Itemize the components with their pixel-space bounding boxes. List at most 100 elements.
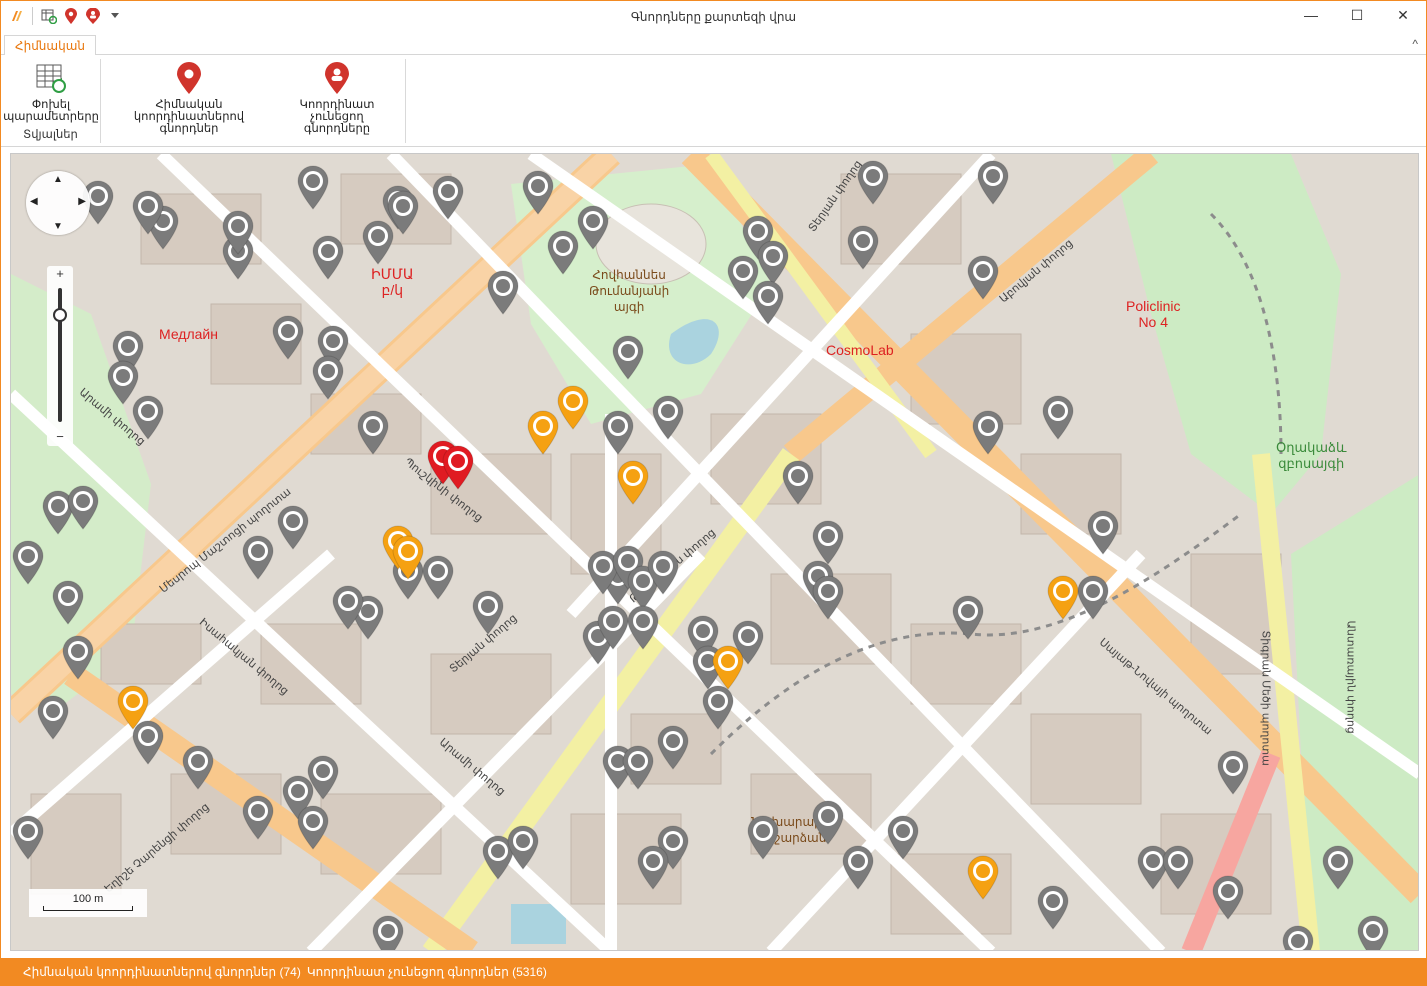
gray-customer-pin-icon[interactable] bbox=[421, 554, 455, 600]
with-coords-button[interactable]: Հիմնական կոորդինատներով գնորդներ bbox=[104, 61, 274, 135]
gray-customer-pin-icon[interactable] bbox=[1086, 509, 1120, 555]
gray-customer-pin-icon[interactable] bbox=[1211, 874, 1245, 920]
gray-customer-pin-icon[interactable] bbox=[311, 354, 345, 400]
gray-customer-pin-icon[interactable] bbox=[811, 574, 845, 620]
gray-customer-pin-icon[interactable] bbox=[576, 204, 610, 250]
gray-customer-pin-icon[interactable] bbox=[486, 269, 520, 315]
map-pin-icon bbox=[172, 61, 206, 95]
gray-customer-pin-icon[interactable] bbox=[296, 164, 330, 210]
map-view[interactable]: ԻՄՄԱ բ/կ Медлайн CosmoLab Policlinic No … bbox=[10, 153, 1419, 951]
group-label-data: Տվյալներ bbox=[23, 129, 78, 141]
gray-customer-pin-icon[interactable] bbox=[296, 804, 330, 850]
gray-customer-pin-icon[interactable] bbox=[886, 814, 920, 860]
gray-customer-pin-icon[interactable] bbox=[701, 684, 735, 730]
zoom-control: + − bbox=[47, 266, 73, 446]
gray-customer-pin-icon[interactable] bbox=[386, 189, 420, 235]
pan-right-icon[interactable]: ▶ bbox=[78, 196, 86, 207]
gray-customer-pin-icon[interactable] bbox=[746, 814, 780, 860]
pan-left-icon[interactable]: ◀ bbox=[30, 196, 38, 207]
gray-customer-pin-icon[interactable] bbox=[371, 914, 405, 950]
change-params-button[interactable]: Փոխել պարամետրերը bbox=[1, 61, 101, 123]
gray-customer-pin-icon[interactable] bbox=[951, 594, 985, 640]
orange-customer-pin-icon[interactable] bbox=[556, 384, 590, 430]
gray-customer-pin-icon[interactable] bbox=[646, 549, 680, 595]
gray-customer-pin-icon[interactable] bbox=[1041, 394, 1075, 440]
ribbon-collapse-button[interactable]: ^ bbox=[1412, 37, 1418, 51]
gray-customer-pin-icon[interactable] bbox=[221, 209, 255, 255]
gray-customer-pin-icon[interactable] bbox=[506, 824, 540, 870]
gray-customer-pin-icon[interactable] bbox=[241, 794, 275, 840]
gray-customer-pin-icon[interactable] bbox=[856, 159, 890, 205]
minimize-button[interactable]: — bbox=[1288, 1, 1334, 29]
pan-down-icon[interactable]: ▼ bbox=[53, 221, 63, 232]
ribbon-group-actions: Հիմնական կոորդինատներով գնորդներ Կոորդին… bbox=[102, 59, 406, 143]
gray-customer-pin-icon[interactable] bbox=[521, 169, 555, 215]
gray-customer-pin-icon[interactable] bbox=[61, 634, 95, 680]
gray-customer-pin-icon[interactable] bbox=[976, 159, 1010, 205]
scale-bar: 100 m bbox=[29, 889, 147, 917]
orange-customer-pin-icon[interactable] bbox=[526, 409, 560, 455]
gray-customer-pin-icon[interactable] bbox=[181, 744, 215, 790]
zoom-slider-handle[interactable] bbox=[53, 308, 67, 322]
gray-customer-pin-icon[interactable] bbox=[131, 394, 165, 440]
orange-customer-pin-icon[interactable] bbox=[616, 459, 650, 505]
gray-customer-pin-icon[interactable] bbox=[311, 234, 345, 280]
zoom-out-button[interactable]: − bbox=[47, 429, 73, 444]
gray-customer-pin-icon[interactable] bbox=[1356, 914, 1390, 950]
gray-customer-pin-icon[interactable] bbox=[271, 314, 305, 360]
gray-customer-pin-icon[interactable] bbox=[1036, 884, 1070, 930]
gray-customer-pin-icon[interactable] bbox=[1321, 844, 1355, 890]
gray-customer-pin-icon[interactable] bbox=[781, 459, 815, 505]
orange-customer-pin-icon[interactable] bbox=[116, 684, 150, 730]
gray-customer-pin-icon[interactable] bbox=[1216, 749, 1250, 795]
gray-customer-pin-icon[interactable] bbox=[751, 279, 785, 325]
gray-customer-pin-icon[interactable] bbox=[306, 754, 340, 800]
gray-customer-pin-icon[interactable] bbox=[966, 254, 1000, 300]
gray-customer-pin-icon[interactable] bbox=[1281, 924, 1315, 950]
gray-customer-pin-icon[interactable] bbox=[596, 604, 630, 650]
user-pin-icon bbox=[320, 61, 354, 95]
orange-customer-pin-icon[interactable] bbox=[1046, 574, 1080, 620]
zoom-in-button[interactable]: + bbox=[47, 266, 73, 281]
gray-customer-pin-icon[interactable] bbox=[241, 534, 275, 580]
gray-customer-pin-icon[interactable] bbox=[1161, 844, 1195, 890]
red-customer-pin-icon[interactable] bbox=[441, 444, 475, 490]
gray-customer-pin-icon[interactable] bbox=[431, 174, 465, 220]
gray-customer-pin-icon[interactable] bbox=[841, 844, 875, 890]
pan-up-icon[interactable]: ▲ bbox=[53, 174, 63, 185]
change-params-label: Փոխել պարամետրերը bbox=[3, 99, 99, 123]
gray-customer-pin-icon[interactable] bbox=[811, 799, 845, 845]
maximize-button[interactable]: ☐ bbox=[1334, 1, 1380, 29]
tab-main[interactable]: Հիմնական bbox=[4, 35, 96, 56]
app-window: Գնորդները քարտեզի վրա — ☐ ✕ Հիմնական ^ Փ… bbox=[0, 0, 1427, 986]
window-title: Գնորդները քարտեզի վրա bbox=[630, 10, 797, 24]
gray-customer-pin-icon[interactable] bbox=[546, 229, 580, 275]
gray-customer-pin-icon[interactable] bbox=[971, 409, 1005, 455]
status-no-coords: Կոորդինատ չունեցող գնորդներ (5316) bbox=[306, 964, 547, 979]
orange-customer-pin-icon[interactable] bbox=[711, 644, 745, 690]
gray-customer-pin-icon[interactable] bbox=[611, 334, 645, 380]
gray-customer-pin-icon[interactable] bbox=[131, 189, 165, 235]
gray-customer-pin-icon[interactable] bbox=[331, 584, 365, 630]
gray-customer-pin-icon[interactable] bbox=[276, 504, 310, 550]
gray-customer-pin-icon[interactable] bbox=[656, 724, 690, 770]
gray-customer-pin-icon[interactable] bbox=[636, 844, 670, 890]
gray-customer-pin-icon[interactable] bbox=[1076, 574, 1110, 620]
orange-customer-pin-icon[interactable] bbox=[391, 534, 425, 580]
gray-customer-pin-icon[interactable] bbox=[626, 604, 660, 650]
gray-customer-pin-icon[interactable] bbox=[356, 409, 390, 455]
gray-customer-pin-icon[interactable] bbox=[11, 814, 45, 860]
gray-customer-pin-icon[interactable] bbox=[51, 579, 85, 625]
gray-customer-pin-icon[interactable] bbox=[621, 744, 655, 790]
gray-customer-pin-icon[interactable] bbox=[66, 484, 100, 530]
gray-customer-pin-icon[interactable] bbox=[601, 409, 635, 455]
gray-customer-pin-icon[interactable] bbox=[11, 539, 45, 585]
orange-customer-pin-icon[interactable] bbox=[966, 854, 1000, 900]
gray-customer-pin-icon[interactable] bbox=[471, 589, 505, 635]
gray-customer-pin-icon[interactable] bbox=[846, 224, 880, 270]
no-coords-button[interactable]: Կոորդինատ չունեցող գնորդները bbox=[272, 61, 402, 135]
pan-control[interactable]: ▲ ▼ ◀ ▶ bbox=[26, 171, 90, 235]
close-button[interactable]: ✕ bbox=[1380, 1, 1426, 29]
gray-customer-pin-icon[interactable] bbox=[651, 394, 685, 440]
gray-customer-pin-icon[interactable] bbox=[36, 694, 70, 740]
